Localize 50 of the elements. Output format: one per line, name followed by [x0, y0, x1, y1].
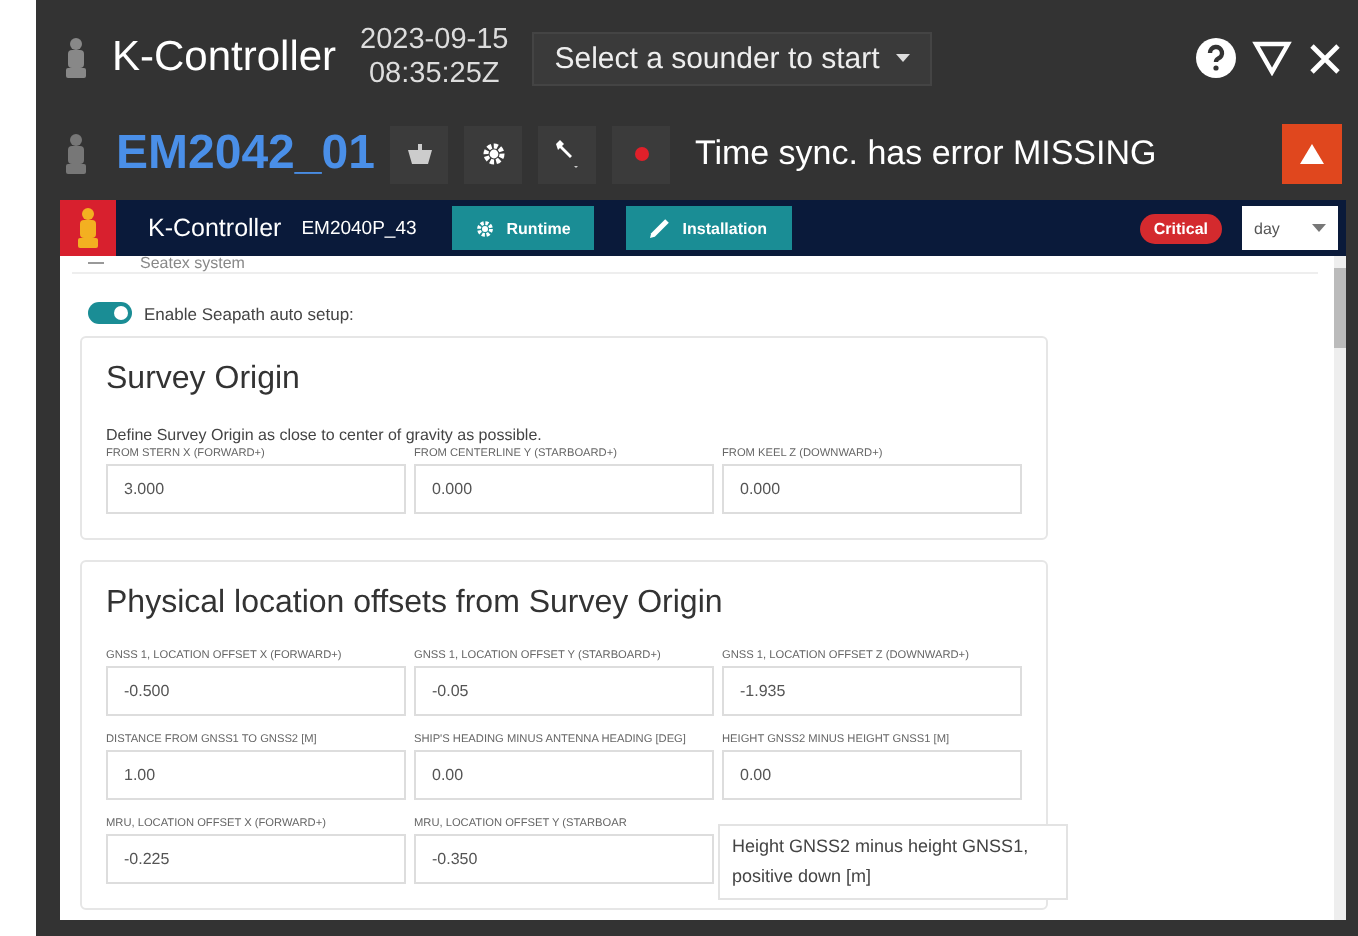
toggle-label: Enable Seapath auto setup:	[144, 303, 354, 323]
input-field[interactable]: 0.00	[722, 750, 1022, 800]
input-field[interactable]: -1.935	[722, 666, 1022, 716]
input-field[interactable]: 1.00	[106, 750, 406, 800]
caret-icon	[895, 54, 910, 62]
input-field[interactable]: 0.000	[414, 464, 714, 514]
installation-button[interactable]: Installation	[626, 206, 791, 250]
tooltip: Height GNSS2 minus height GNSS1, positive down [m]	[718, 824, 1068, 900]
status-badge: Critical	[1139, 213, 1222, 243]
section-title: Seatex system	[140, 256, 245, 271]
triangle-down-icon[interactable]	[1252, 40, 1292, 76]
settings-button[interactable]	[464, 125, 523, 183]
alert-button[interactable]	[1282, 124, 1342, 184]
status-message: Time sync. has error MISSING	[694, 134, 1157, 174]
wrench-button[interactable]	[538, 125, 597, 183]
caret-icon	[1312, 224, 1326, 232]
sounder-select[interactable]: Select a sounder to start	[532, 31, 932, 85]
app-title: K-Controller	[148, 214, 282, 242]
close-icon[interactable]	[1308, 41, 1342, 75]
dot-icon	[633, 146, 650, 162]
input-field[interactable]: -0.05	[414, 666, 714, 716]
card-title: Physical location offsets from Survey Origin	[106, 586, 725, 622]
app-title: K-Controller	[112, 34, 337, 82]
input-field[interactable]: -0.500	[106, 666, 406, 716]
gear-icon	[476, 219, 495, 237]
input-field[interactable]: -0.350	[414, 834, 714, 884]
status-dot-button[interactable]	[612, 125, 671, 183]
input-field[interactable]: 0.000	[722, 464, 1022, 514]
date-text: 2023-09-15	[360, 24, 509, 58]
theme-select[interactable]: day	[1242, 206, 1338, 250]
input-field[interactable]: -0.225	[106, 834, 406, 884]
crest-logo-icon	[64, 132, 88, 176]
sounder-name: EM2042_01	[116, 126, 375, 182]
input-field[interactable]: 3.000	[106, 464, 406, 514]
pencil-icon	[650, 218, 671, 238]
device-name: EM2040P_43	[301, 217, 417, 239]
time-text: 08:35:25Z	[368, 58, 500, 92]
crest-logo-icon	[64, 36, 88, 80]
ship-button[interactable]	[390, 125, 449, 183]
settings-icon	[481, 142, 506, 166]
warning-icon	[1300, 144, 1324, 164]
input-field[interactable]: 0.00	[414, 750, 714, 800]
card-description: Define Survey Origin as close to center of gravity as possible.	[106, 426, 544, 444]
crest-logo-icon	[76, 206, 100, 250]
ship-icon	[407, 144, 432, 164]
card-title: Survey Origin	[106, 362, 302, 398]
toggle-switch[interactable]	[88, 302, 132, 324]
help-icon[interactable]	[1196, 38, 1236, 78]
runtime-button[interactable]: Runtime	[452, 206, 595, 250]
scrollbar[interactable]	[1334, 256, 1346, 920]
